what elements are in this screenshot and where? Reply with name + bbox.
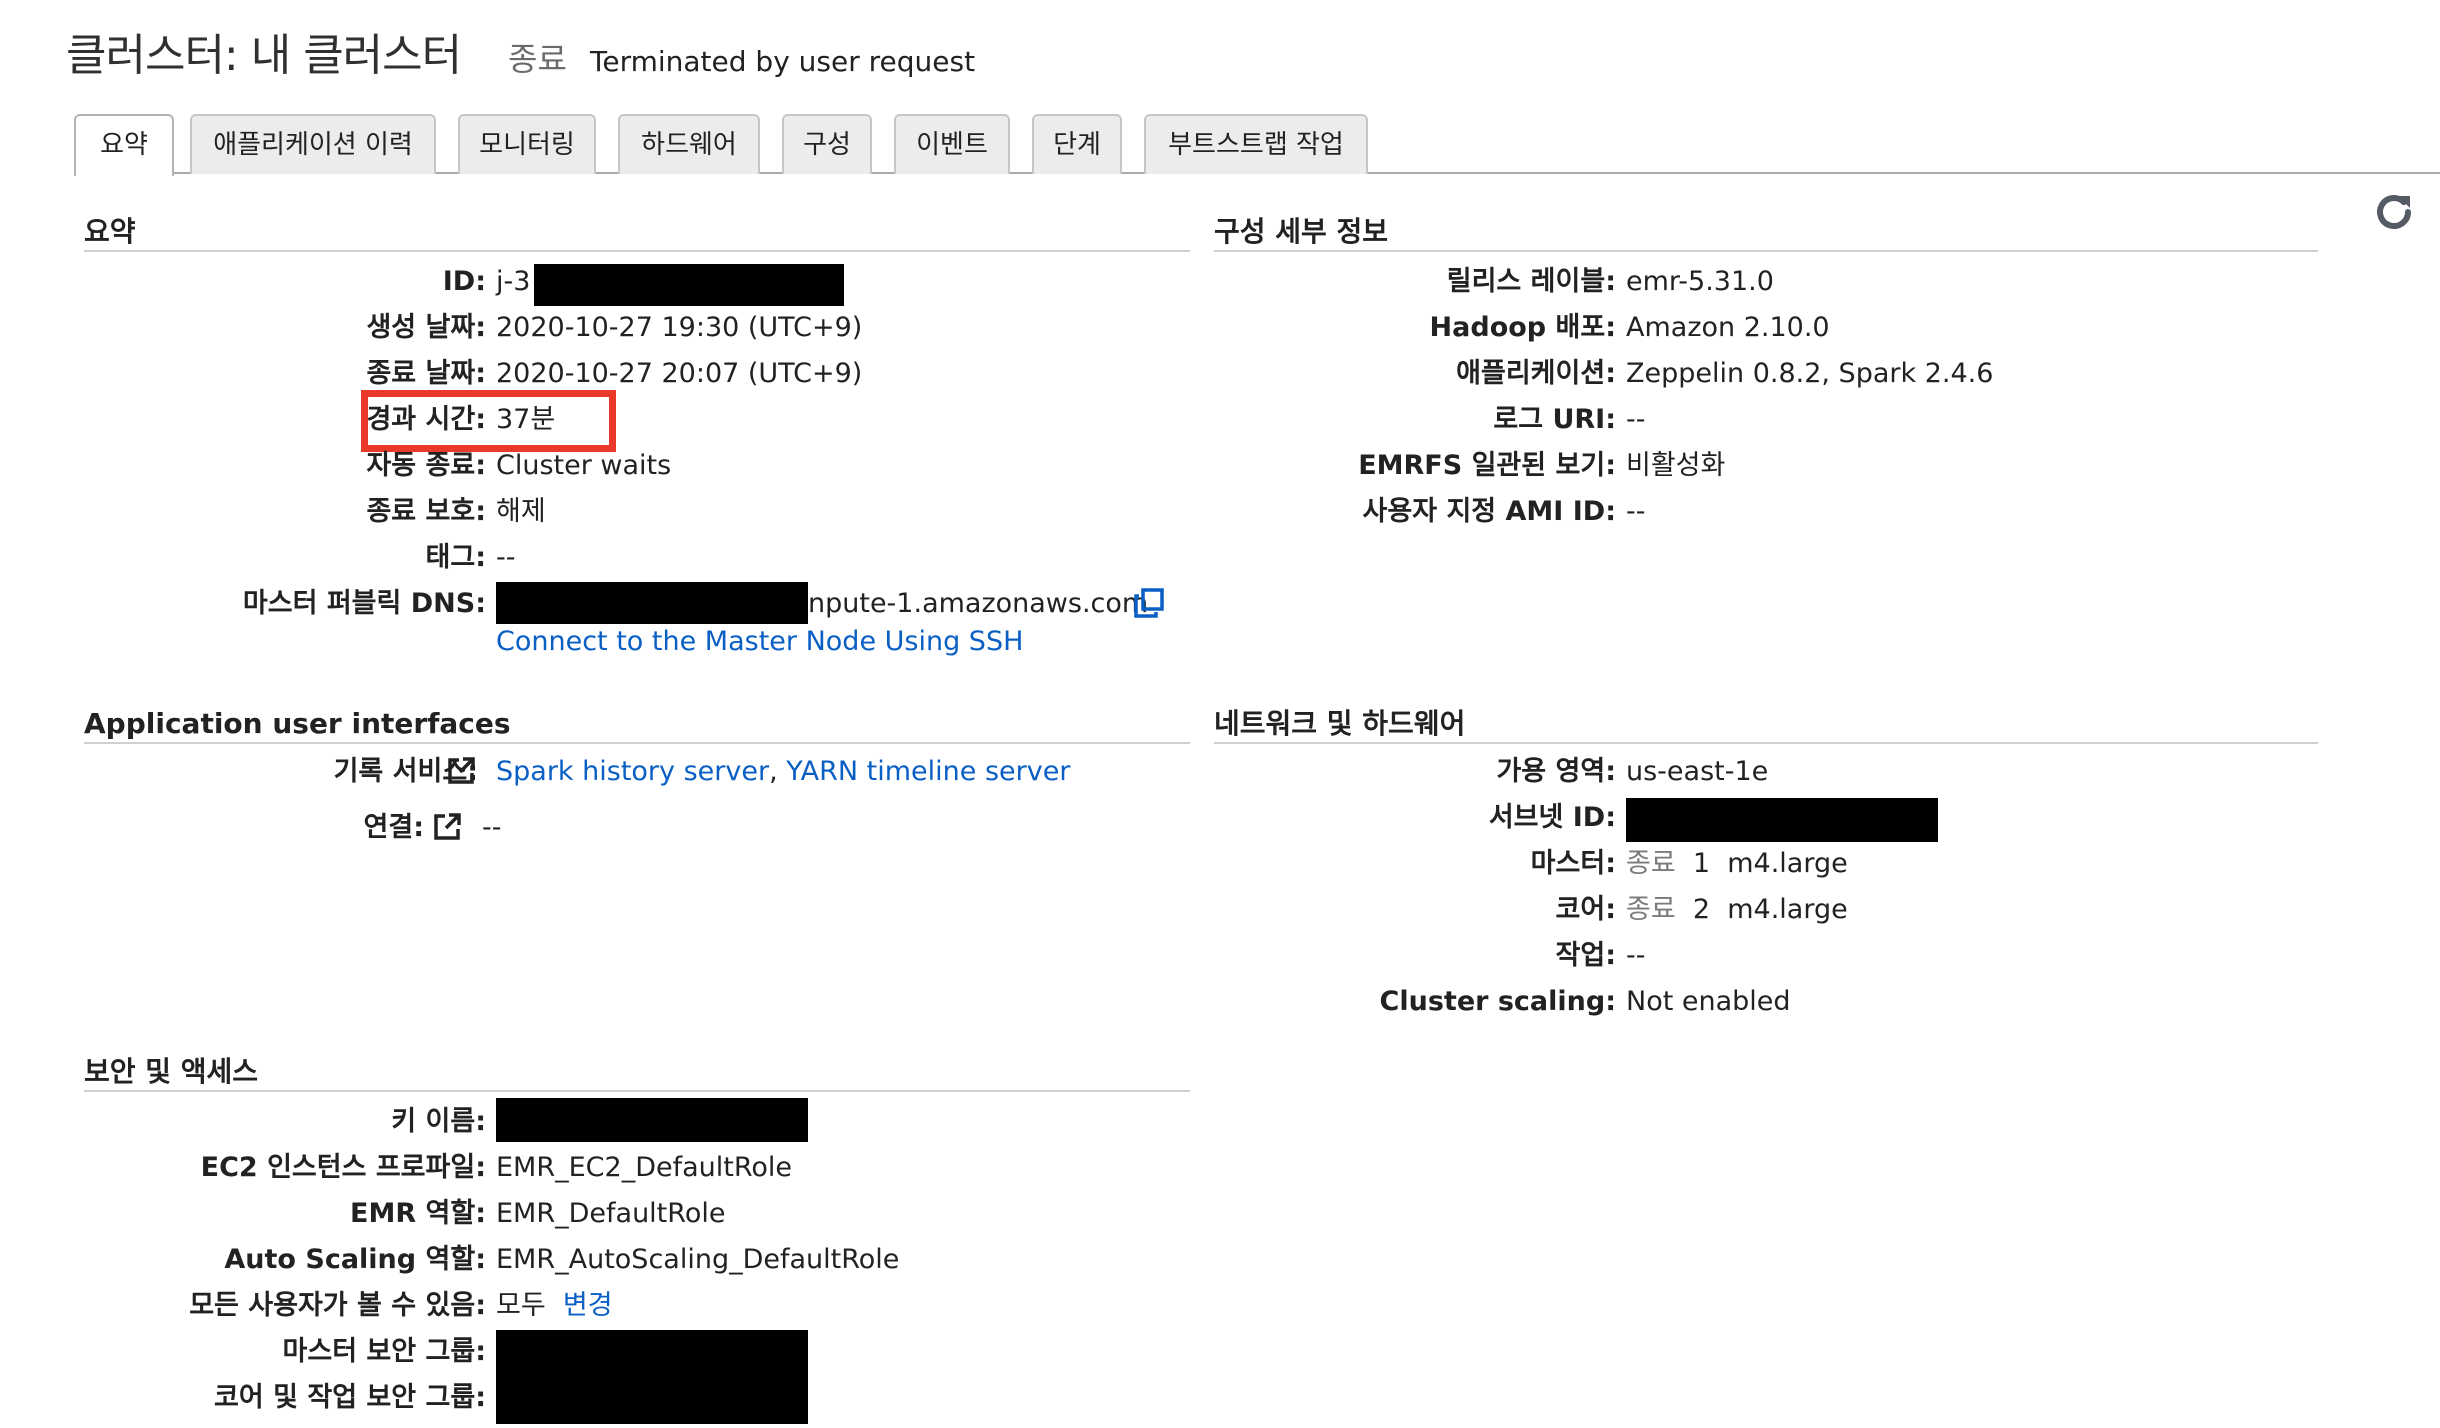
ended-label: 종료 날짜: [366, 358, 486, 389]
applications-label: 애플리케이션: [1456, 358, 1616, 389]
hadoop-value: Amazon 2.10.0 [1626, 312, 1830, 343]
core-node-count: 2 [1692, 894, 1711, 925]
ec2-profile-value: EMR_EC2_DefaultRole [496, 1152, 793, 1183]
emr-role-value: EMR_DefaultRole [496, 1198, 726, 1229]
autoscaling-role-value: EMR_AutoScaling_DefaultRole [496, 1244, 900, 1275]
redacted-subnet-id [1626, 798, 1938, 842]
auto-termination-label: 자동 종료: [366, 450, 486, 481]
task-node-value: -- [1626, 940, 1646, 971]
tab-configuration[interactable]: 구성 [782, 114, 872, 174]
visible-to-all-text: 모두 [496, 1290, 546, 1321]
hadoop-label: Hadoop 배포: [1429, 312, 1616, 343]
master-node-state: 종료 [1626, 848, 1676, 879]
tags-label: 태그: [425, 542, 486, 573]
visible-to-all-value: 모두 변경 [496, 1288, 613, 1324]
applications-value: Zeppelin 0.8.2, Spark 2.4.6 [1626, 358, 1994, 389]
emrfs-value: 비활성화 [1626, 450, 1726, 481]
redacted-dns [496, 582, 808, 624]
emr-cluster-page: 클러스터: 내 클러스터 종료 Terminated by user reque… [0, 0, 2440, 1428]
release-value: emr-5.31.0 [1626, 266, 1774, 297]
change-visibility-link[interactable]: 변경 [563, 1290, 613, 1321]
master-node-count: 1 [1692, 848, 1711, 879]
master-node-value: 종료 1 m4.large [1626, 846, 1848, 882]
external-link-icon [434, 813, 461, 840]
master-node-label: 마스터: [1530, 848, 1616, 879]
custom-ami-label: 사용자 지정 AMI ID: [1362, 496, 1616, 527]
log-uri-label: 로그 URI: [1493, 404, 1616, 435]
page-title: 클러스터: 내 클러스터 [66, 30, 462, 81]
connections-label: 연결: [363, 812, 424, 843]
spark-history-server-link[interactable]: Spark history server [496, 756, 769, 787]
custom-ami-value: -- [1626, 496, 1646, 527]
tab-hardware[interactable]: 하드웨어 [618, 114, 760, 174]
termination-protection-value: 해제 [496, 496, 546, 527]
created-value: 2020-10-27 19:30 (UTC+9) [496, 312, 863, 343]
tab-events[interactable]: 이벤트 [894, 114, 1010, 174]
created-label: 생성 날짜: [366, 312, 486, 343]
core-task-sg-label: 코어 및 작업 보안 그룹: [214, 1382, 486, 1413]
tab-monitoring[interactable]: 모니터링 [458, 114, 596, 174]
master-dns-label: 마스터 퍼블릭 DNS: [242, 588, 486, 619]
termination-protection-label: 종료 보호: [366, 496, 486, 527]
ended-value: 2020-10-27 20:07 (UTC+9) [496, 358, 863, 389]
network-section-title: 네트워크 및 하드웨어 [1214, 707, 1466, 740]
status-reason: Terminated by user request [590, 45, 976, 78]
refresh-icon[interactable] [2372, 190, 2416, 234]
security-divider [84, 1090, 1190, 1092]
history-server-links: Spark history server, YARN timeline serv… [496, 754, 1070, 790]
tab-bootstrap-actions[interactable]: 부트스트랩 작업 [1144, 114, 1368, 174]
id-value: j-3 [496, 266, 531, 297]
master-dns-value: npute-1.amazonaws.com [808, 588, 1149, 619]
core-node-type: m4.large [1727, 894, 1848, 925]
availability-zone-label: 가용 영역: [1496, 756, 1616, 787]
ssh-connect-link[interactable]: Connect to the Master Node Using SSH [496, 624, 1023, 660]
summary-section-title: 요약 [84, 215, 136, 248]
yarn-timeline-server-link[interactable]: YARN timeline server [786, 756, 1070, 787]
auto-termination-value: Cluster waits [496, 450, 672, 481]
external-link-icon [448, 757, 475, 784]
app-ui-divider [84, 742, 1190, 744]
task-node-label: 작업: [1555, 940, 1616, 971]
app-ui-section-title: Application user interfaces [84, 707, 511, 740]
elapsed-highlight-box [361, 390, 616, 452]
config-section-title: 구성 세부 정보 [1214, 215, 1389, 248]
cluster-scaling-value: Not enabled [1626, 986, 1791, 1017]
emr-role-label: EMR 역할: [350, 1198, 486, 1229]
tab-steps[interactable]: 단계 [1032, 114, 1122, 174]
config-divider [1214, 250, 2318, 252]
key-name-label: 키 이름: [391, 1106, 486, 1137]
subnet-id-label: 서브넷 ID: [1488, 802, 1616, 833]
tags-value: -- [496, 542, 516, 573]
cluster-status: 종료 [508, 40, 567, 78]
core-node-label: 코어: [1555, 894, 1616, 925]
core-node-value: 종료 2 m4.large [1626, 892, 1848, 928]
master-node-type: m4.large [1727, 848, 1848, 879]
tab-application-history[interactable]: 애플리케이션 이력 [190, 114, 436, 174]
network-divider [1214, 742, 2318, 744]
ec2-profile-label: EC2 인스턴스 프로파일: [200, 1152, 486, 1183]
master-sg-label: 마스터 보안 그룹: [282, 1336, 486, 1367]
redacted-security-groups [496, 1330, 808, 1424]
summary-divider [84, 250, 1190, 252]
tab-summary[interactable]: 요약 [74, 114, 174, 176]
emrfs-label: EMRFS 일관된 보기: [1358, 450, 1616, 481]
log-uri-value: -- [1626, 404, 1646, 435]
cluster-scaling-label: Cluster scaling: [1379, 986, 1616, 1017]
connections-value: -- [482, 812, 502, 843]
visible-to-all-label: 모든 사용자가 볼 수 있음: [189, 1290, 486, 1321]
copy-icon[interactable] [1134, 588, 1164, 618]
autoscaling-role-label: Auto Scaling 역할: [224, 1244, 486, 1275]
redacted-id [534, 264, 844, 306]
links-separator: , [769, 756, 787, 787]
release-label: 릴리스 레이블: [1446, 266, 1616, 297]
security-section-title: 보안 및 액세스 [84, 1055, 259, 1088]
redacted-key-name [496, 1098, 808, 1142]
core-node-state: 종료 [1626, 894, 1676, 925]
availability-zone-value: us-east-1e [1626, 756, 1769, 787]
id-label: ID: [442, 266, 486, 297]
